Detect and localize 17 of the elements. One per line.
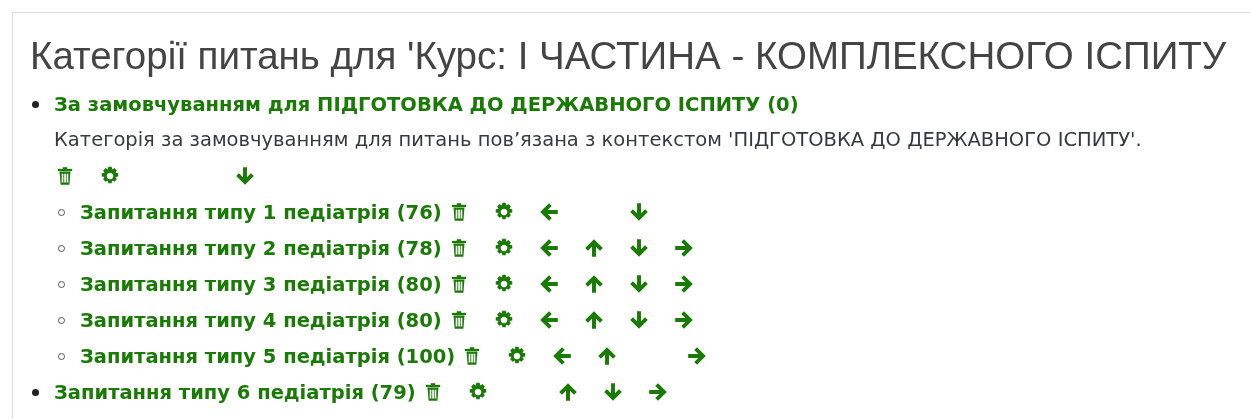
arrow-right-icon[interactable]	[672, 309, 695, 331]
arrow-right-icon[interactable]	[672, 237, 695, 259]
bullet-icon	[32, 101, 39, 108]
category-link[interactable]: Запитання типу 5 педіатрія (100)	[80, 344, 456, 368]
arrow-left-icon[interactable]	[551, 345, 574, 367]
category-description: Категорія за замовчуванням для питань пов’язана з контекстом 'ПІДГОТОВКА ДО ДЕРЖАВНОГО ІСПИТУ'.	[54, 127, 1142, 153]
bullet-icon	[32, 389, 39, 396]
category-link[interactable]: Запитання типу 2 педіатрія (78)	[80, 236, 442, 260]
page-title: Категорії питань для 'Курс: І ЧАСТИНА - КОМПЛЕКСНОГО ІСПИТУ	[30, 33, 1228, 79]
category-link[interactable]: Запитання типу 3 педіатрія (80)	[80, 272, 442, 296]
category-link[interactable]: Запитання типу 1 педіатрія (76)	[80, 200, 442, 224]
category-link[interactable]: Запитання типу 4 педіатрія (80)	[80, 308, 442, 332]
arrow-right-icon[interactable]	[646, 381, 669, 403]
category-link[interactable]: За замовчуванням для ПІДГОТОВКА ДО ДЕРЖАВНОГО ІСПИТУ (0)	[54, 92, 799, 116]
category-link[interactable]: Запитання типу 6 педіатрія (79)	[54, 380, 416, 404]
arrow-down-icon[interactable]	[234, 165, 256, 187]
arrow-right-icon[interactable]	[672, 273, 695, 295]
